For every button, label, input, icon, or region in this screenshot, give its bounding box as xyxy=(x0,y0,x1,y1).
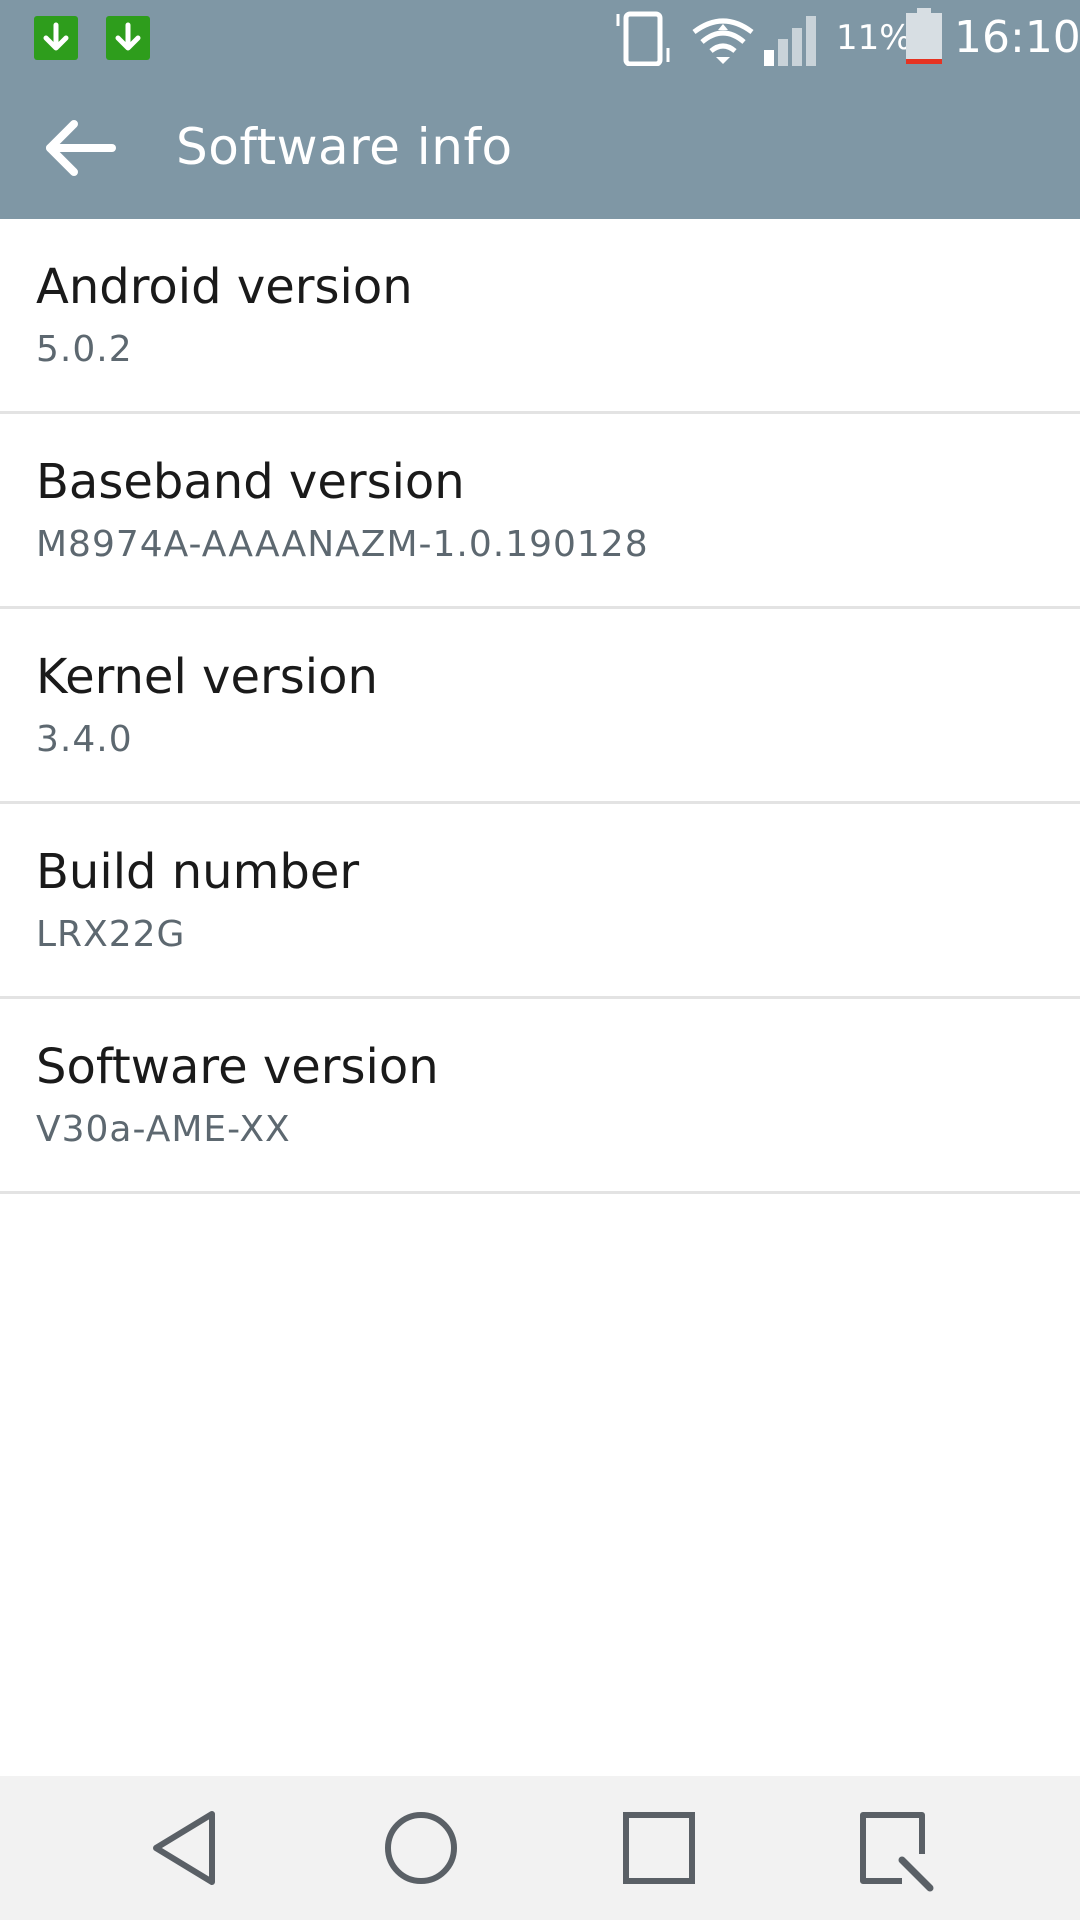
battery-percent: 11% xyxy=(836,18,912,58)
item-title: Build number xyxy=(36,844,360,900)
download-icon[interactable] xyxy=(106,16,150,60)
list-item-build-number[interactable]: Build number LRX22G xyxy=(0,804,1080,999)
item-summary: M8974A-AAAANAZM-1.0.190128 xyxy=(36,524,649,565)
recents-icon[interactable] xyxy=(609,1798,709,1898)
back-arrow-icon xyxy=(46,120,116,176)
settings-list: Android version 5.0.2 Baseband version M… xyxy=(0,219,1080,1194)
item-title: Kernel version xyxy=(36,649,378,705)
action-bar: Software info xyxy=(0,76,1080,219)
list-item-android-version[interactable]: Android version 5.0.2 xyxy=(0,219,1080,414)
item-summary: 5.0.2 xyxy=(36,329,133,370)
signal-icon xyxy=(764,12,828,70)
page-title: Software info xyxy=(176,118,513,176)
item-title: Software version xyxy=(36,1039,439,1095)
clock: 16:10 xyxy=(954,12,1080,63)
item-summary: V30a-AME-XX xyxy=(36,1109,291,1150)
qslide-icon[interactable] xyxy=(846,1798,946,1898)
item-summary: LRX22G xyxy=(36,914,186,955)
battery-icon xyxy=(904,8,944,70)
vibrate-icon xyxy=(614,10,676,70)
home-icon[interactable] xyxy=(371,1798,471,1898)
list-item-software-version[interactable]: Software version V30a-AME-XX xyxy=(0,999,1080,1194)
screen: 11% 16:10 Software info Android version … xyxy=(0,0,1080,1920)
list-item-baseband-version[interactable]: Baseband version M8974A-AAAANAZM-1.0.190… xyxy=(0,414,1080,609)
list-item-kernel-version[interactable]: Kernel version 3.4.0 xyxy=(0,609,1080,804)
back-button[interactable] xyxy=(30,106,140,190)
wifi-icon xyxy=(690,14,756,70)
back-nav-icon[interactable] xyxy=(134,1798,234,1898)
status-bar: 11% 16:10 xyxy=(0,0,1080,76)
item-title: Android version xyxy=(36,259,413,315)
item-title: Baseband version xyxy=(36,454,465,510)
navigation-bar xyxy=(0,1776,1080,1920)
download-icon[interactable] xyxy=(34,16,78,60)
item-summary: 3.4.0 xyxy=(36,719,133,760)
